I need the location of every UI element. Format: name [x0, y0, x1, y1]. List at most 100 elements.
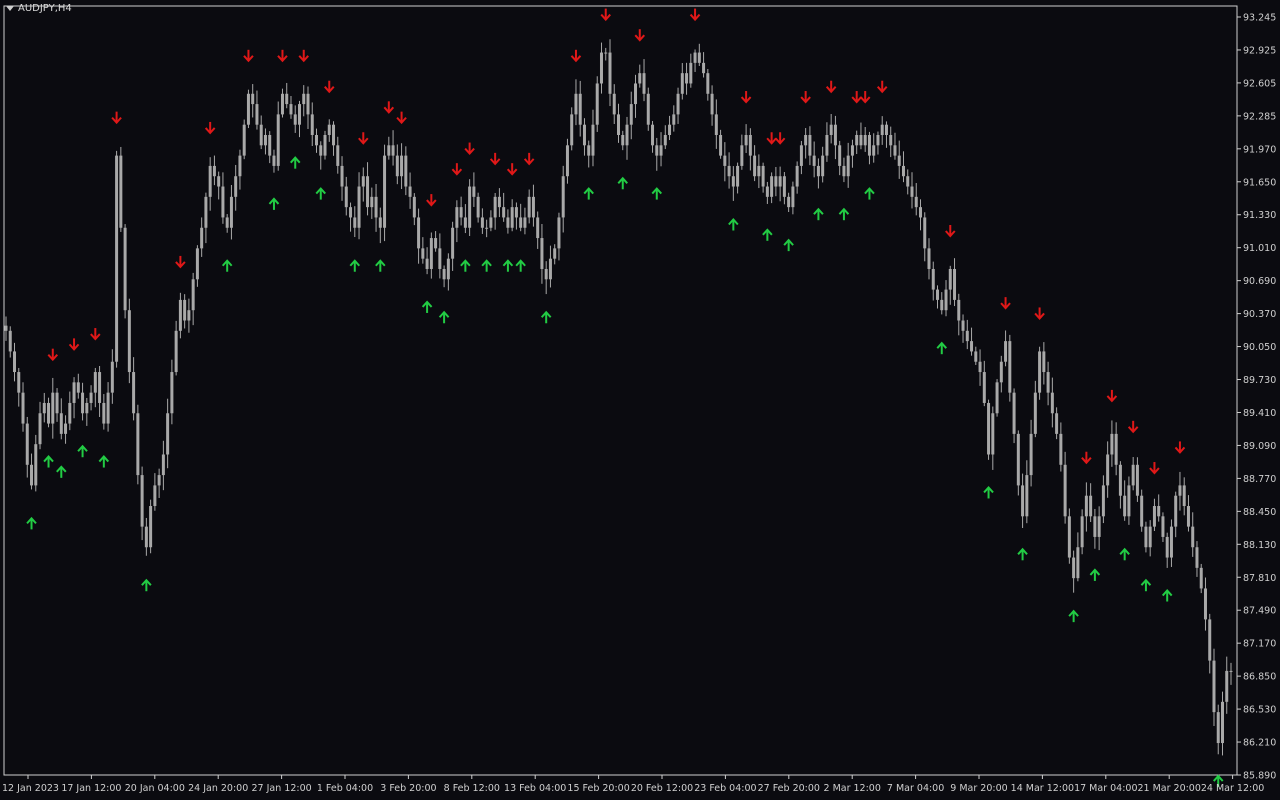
chart-title[interactable]: AUDJPY,H4 — [6, 3, 72, 14]
y-tick-label: 86.850 — [1243, 672, 1276, 683]
sell-arrow-icon — [298, 49, 309, 63]
candle-body — [315, 135, 319, 146]
candle-body — [608, 52, 612, 94]
sell-arrow-icon — [689, 8, 701, 22]
candle-body — [166, 413, 170, 455]
sell-arrow-icon — [600, 8, 611, 22]
candle-body — [310, 114, 314, 136]
x-tick-label: 1 Feb 04:00 — [317, 783, 373, 794]
buy-arrow-icon — [460, 259, 471, 272]
x-tick-label: 27 Jan 12:00 — [252, 783, 312, 794]
candle-body — [914, 196, 918, 208]
y-tick-label: 91.330 — [1243, 210, 1276, 221]
candle-body — [8, 330, 12, 352]
candle-body — [702, 62, 706, 74]
candle-body — [255, 104, 259, 125]
candle-body — [455, 207, 459, 228]
symbol-timeframe-label: AUDJPY,H4 — [18, 3, 72, 14]
x-tick-label: 20 Feb 12:00 — [631, 783, 693, 794]
y-tick-label: 89.090 — [1243, 441, 1276, 452]
candle-body — [744, 135, 748, 146]
sell-arrow-icon — [90, 328, 101, 341]
candle-body — [25, 423, 29, 465]
candle-body — [918, 207, 922, 218]
candle-body — [846, 155, 850, 177]
candle-body — [434, 238, 438, 249]
sell-arrow-icon — [243, 49, 254, 63]
candle-body — [617, 114, 620, 136]
candle-body — [582, 124, 586, 146]
sell-arrow-icon — [1106, 389, 1118, 403]
sell-arrow-icon — [825, 80, 837, 94]
candle-body — [302, 93, 306, 105]
candle-body — [672, 114, 676, 125]
x-tick-label: 23 Feb 04:00 — [694, 783, 756, 794]
price-chart: 93.245 92.925 92.605 92.285 91.970 91.650 91.3… — [2, 5, 1276, 794]
candle-body — [736, 165, 740, 187]
candle-body — [289, 104, 293, 115]
candle-body — [370, 196, 374, 208]
candle-body — [55, 392, 59, 414]
candle-body — [867, 135, 871, 156]
candle-body — [140, 475, 144, 527]
candle-body — [246, 93, 250, 125]
y-tick-label: 88.770 — [1243, 474, 1276, 485]
candle-body — [93, 372, 97, 393]
candle-body — [531, 196, 535, 218]
sell-arrow-icon — [204, 121, 216, 135]
candle-body — [680, 73, 684, 94]
buy-arrow-icon — [936, 341, 948, 355]
candle-body — [655, 145, 659, 156]
candle-body — [1089, 495, 1093, 517]
candle-body — [829, 124, 833, 136]
candle-body — [285, 93, 289, 105]
candle-body — [383, 155, 387, 228]
candle-body — [425, 258, 429, 269]
buy-arrow-icon — [1068, 609, 1079, 623]
sell-arrow-icon — [489, 152, 501, 166]
buy-arrow-icon — [26, 516, 37, 530]
candle-body — [480, 217, 484, 228]
x-tick-label: 15 Feb 20:00 — [567, 783, 629, 794]
candle-body — [1012, 392, 1016, 434]
candle-body — [612, 93, 616, 115]
candle-body — [153, 485, 157, 507]
candle-body — [689, 62, 693, 84]
sell-arrow-icon — [800, 91, 811, 104]
x-tick-label: 9 Mar 20:00 — [950, 783, 1007, 794]
candle-body — [442, 268, 446, 280]
sell-arrow-icon — [774, 132, 786, 145]
buy-arrow-icon — [421, 300, 433, 313]
candle-body — [38, 413, 42, 445]
candle-body — [527, 196, 531, 218]
buy-arrow-icon — [289, 156, 301, 169]
candle-body — [961, 320, 965, 331]
candle-body — [859, 135, 863, 146]
candle-body — [1161, 516, 1165, 537]
candle-body — [463, 217, 467, 228]
candle-body — [599, 52, 603, 84]
candle-body — [404, 155, 408, 187]
y-tick-label: 89.410 — [1243, 408, 1276, 419]
buy-arrow-icon — [651, 187, 663, 200]
y-tick-label: 85.890 — [1243, 771, 1276, 782]
candle-body — [30, 464, 34, 486]
sell-arrow-icon — [383, 101, 395, 114]
candle-body — [217, 176, 221, 187]
buy-arrow-icon — [56, 465, 67, 478]
candle-body — [421, 248, 425, 259]
candle-body — [400, 155, 404, 177]
chevron-down-icon[interactable] — [6, 6, 14, 11]
sell-arrow-icon — [277, 49, 288, 63]
candle-body — [1055, 413, 1059, 434]
candle-body — [132, 372, 136, 414]
candle-body — [387, 145, 391, 156]
y-tick-label: 92.285 — [1243, 111, 1276, 122]
candle-body — [719, 135, 723, 156]
buy-arrow-icon — [43, 455, 54, 468]
buy-arrow-icon — [540, 310, 552, 324]
candle-body — [497, 196, 501, 208]
sell-arrow-icon — [1149, 462, 1160, 475]
candle-body — [1016, 433, 1020, 486]
candle-body — [540, 238, 544, 269]
